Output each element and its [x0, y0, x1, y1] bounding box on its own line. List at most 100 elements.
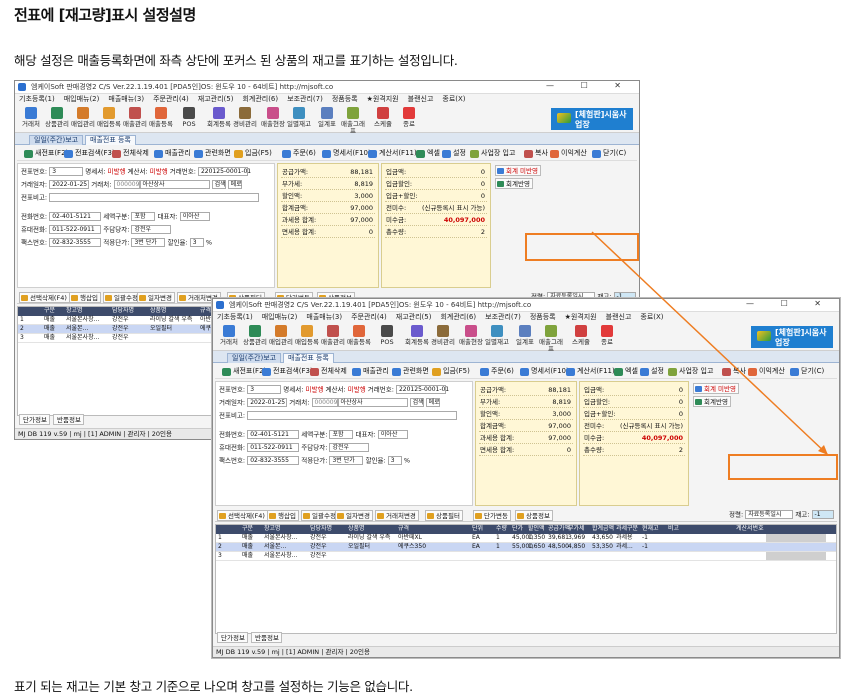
table-cell[interactable]: 서울본사창... — [66, 317, 99, 323]
menu-item[interactable]: 블랜신고 — [606, 313, 632, 321]
action-button[interactable]: 주문(6) — [479, 366, 516, 378]
print-status-button[interactable]: 회계 미반영 — [495, 165, 541, 176]
menu-item[interactable]: 기초등록(1) — [19, 95, 55, 103]
toolbar-button[interactable]: 스케쥴 — [371, 107, 395, 128]
action-button[interactable]: 사업장 입고 — [667, 366, 715, 378]
line-action-button[interactable]: 거래처변경 — [375, 510, 419, 521]
toolbar-button[interactable]: 매입관리 — [269, 325, 293, 346]
line-action-button[interactable]: 단가변동 — [473, 510, 511, 521]
action-button[interactable]: 엑셀 — [613, 366, 640, 378]
toolbar-button[interactable]: POS — [375, 325, 399, 346]
table-cell[interactable]: 4,850 — [568, 544, 585, 550]
table-cell[interactable]: 48,500 — [548, 544, 569, 550]
toolbar-button[interactable]: 매출등록 — [347, 325, 371, 346]
column-header[interactable]: 현재고 — [642, 526, 659, 532]
action-button[interactable]: 입금(F5) — [431, 366, 472, 378]
toolbar-button[interactable]: 종료 — [595, 325, 619, 346]
price-select[interactable]: 3번 단가 — [131, 238, 166, 247]
action-button[interactable]: 전표검색(F3) — [63, 148, 117, 160]
line-action-button[interactable]: 일괄수정 — [301, 510, 339, 521]
table-cell[interactable]: 강전우 — [310, 535, 327, 541]
column-header[interactable]: 과세구분 — [616, 526, 638, 532]
action-button[interactable]: 닫기(C) — [591, 148, 628, 160]
table-cell[interactable]: -1 — [642, 544, 648, 550]
action-button[interactable]: 주문(6) — [281, 148, 318, 160]
mobile-field[interactable]: 011-522-0911 — [49, 225, 102, 234]
toolbar-button[interactable]: 상품관리 — [45, 107, 69, 128]
toolbar-button[interactable]: 매출그래프 — [341, 107, 365, 134]
table-cell[interactable]: 3 — [218, 553, 222, 559]
table-cell[interactable]: 강전우 — [310, 544, 327, 550]
line-action-button[interactable]: 행삽입 — [69, 292, 101, 303]
customer-name-field[interactable]: 아산상사 — [337, 398, 408, 407]
toolbar-button[interactable]: 매출현장 — [261, 107, 285, 128]
menu-item[interactable]: 재고관리(5) — [198, 95, 234, 103]
column-header[interactable]: 합계금액 — [592, 526, 614, 532]
ledger-button[interactable]: 회계반영 — [495, 178, 533, 189]
menu-item[interactable]: 매출매뉴(3) — [108, 95, 144, 103]
search-button[interactable]: 검색 — [409, 398, 424, 407]
column-header[interactable]: 구분 — [242, 526, 253, 532]
table-cell[interactable]: 3 — [20, 335, 24, 341]
toolbar-button[interactable]: 일별재고 — [485, 325, 509, 346]
line-action-button[interactable]: 선택삭제(F4) — [19, 292, 70, 303]
toolbar-button[interactable]: 경비관리 — [233, 107, 257, 128]
toolbar-button[interactable]: 매입등록 — [97, 107, 121, 128]
action-button[interactable]: 사업장 입고 — [469, 148, 517, 160]
action-button[interactable]: 계산서(F11) — [565, 366, 617, 378]
toolbar-button[interactable]: 일계표 — [315, 107, 339, 128]
action-button[interactable]: 매출관리 — [153, 148, 193, 160]
action-button[interactable]: 관련화면 — [193, 148, 233, 160]
return-info-button[interactable]: 반품정보 — [251, 632, 282, 643]
line-action-button[interactable]: 일자변경 — [335, 510, 373, 521]
action-button[interactable]: 매출관리 — [351, 366, 391, 378]
action-button[interactable]: 엑셀 — [415, 148, 442, 160]
column-header[interactable]: 상품명 — [150, 308, 167, 314]
line-action-button[interactable]: 일괄수정 — [103, 292, 141, 303]
menu-item[interactable]: ★원격지원 — [565, 313, 597, 321]
toolbar-button[interactable]: 매출관리 — [321, 325, 345, 346]
fax-field[interactable]: 02-832-3555 — [49, 238, 102, 247]
note-field[interactable] — [49, 193, 260, 202]
action-button[interactable]: 관련화면 — [391, 366, 431, 378]
ledger-button[interactable]: 회계반영 — [693, 396, 731, 407]
note-field[interactable] — [247, 411, 458, 420]
table-cell[interactable]: EA — [472, 535, 480, 541]
line-action-button[interactable]: 행삽입 — [267, 510, 299, 521]
menu-item[interactable]: 주문관리(4) — [351, 313, 387, 321]
table-cell[interactable]: 오일필터 — [348, 544, 370, 550]
menu-item[interactable]: 보조관리(7) — [287, 95, 323, 103]
menu-item[interactable]: 블랜신고 — [408, 95, 434, 103]
table-row[interactable]: 3 매출 서울본사창... 강전우 — [216, 552, 836, 561]
column-header[interactable]: 창고명 — [66, 308, 83, 314]
window-controls[interactable]: — ☐ ✕ — [546, 82, 633, 90]
table-cell[interactable]: 에쿠스350 — [398, 544, 426, 550]
column-header[interactable]: 부가세 — [568, 526, 585, 532]
table-cell[interactable]: 2 — [218, 544, 222, 550]
table-cell[interactable]: 매출 — [242, 535, 253, 541]
action-button[interactable]: 이익계산 — [747, 366, 787, 378]
customer-code-field[interactable]: 000009 — [311, 398, 338, 407]
action-button[interactable]: 복사 — [523, 148, 550, 160]
customer-name-field[interactable]: 아산상사 — [139, 180, 210, 189]
table-cell[interactable]: 3,969 — [568, 535, 585, 541]
line-action-button[interactable]: 일자변경 — [137, 292, 175, 303]
table-cell[interactable]: 라이닝 갈색 우측 — [348, 535, 390, 541]
manager-field[interactable]: 강전우 — [329, 443, 370, 452]
table-cell[interactable]: 서울본... — [264, 544, 286, 550]
column-header[interactable]: 단가 — [512, 526, 523, 532]
table-cell[interactable]: 과세용 — [616, 535, 633, 541]
table-cell[interactable]: 과세... — [616, 544, 633, 550]
menu-item[interactable]: 매출매뉴(3) — [306, 313, 342, 321]
customer-code-field[interactable]: 000009 — [113, 180, 140, 189]
action-button[interactable]: 설정 — [639, 366, 666, 378]
menu-item[interactable]: 재고관리(5) — [396, 313, 432, 321]
action-button[interactable]: 전체삭제 — [309, 366, 349, 378]
action-button[interactable]: 설정 — [441, 148, 468, 160]
menu-item[interactable]: 정품등록 — [530, 313, 556, 321]
toolbar-button[interactable]: 매출등록 — [149, 107, 173, 128]
price-info-button[interactable]: 단가정보 — [19, 414, 50, 425]
column-header[interactable]: 단위 — [472, 526, 483, 532]
line-action-button[interactable]: 상품필터 — [425, 510, 463, 521]
table-cell[interactable]: 매출 — [44, 317, 55, 323]
